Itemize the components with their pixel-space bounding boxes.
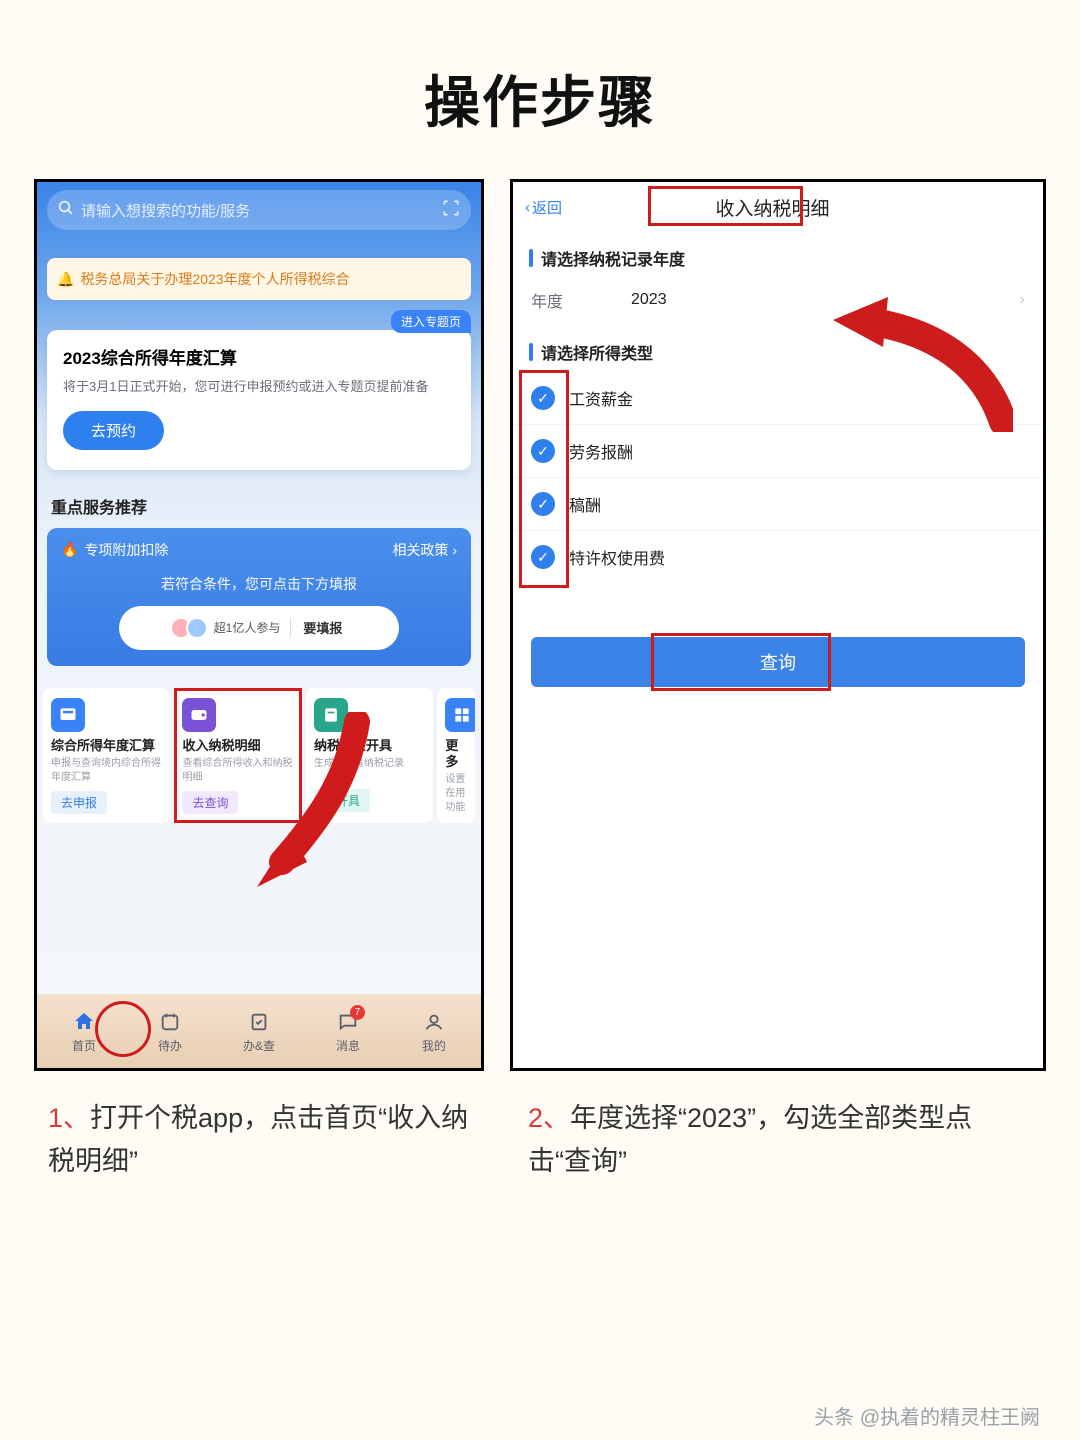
avatar bbox=[186, 617, 208, 639]
tile-title: 综合所得年度汇算 bbox=[51, 738, 162, 754]
badge: 7 bbox=[350, 1005, 365, 1020]
service-tiles: 综合所得年度汇算 申报与查询境内综合所得年度汇算 去申报 收入纳税明细 查看综合… bbox=[43, 688, 475, 824]
nav-services[interactable]: 办&查 bbox=[243, 1009, 275, 1054]
doc-icon bbox=[314, 698, 348, 732]
checkbox-service[interactable]: ✓ 劳务报酬 bbox=[513, 425, 1043, 478]
tile-desc: 查看综合所得收入和纳税明细 bbox=[182, 757, 293, 785]
checkbox-royalty[interactable]: ✓ 特许权使用费 bbox=[513, 531, 1043, 583]
page-title: 操作步骤 bbox=[0, 0, 1080, 139]
type-label: 工资薪金 bbox=[569, 386, 633, 410]
section-header-year: 请选择纳税记录年度 bbox=[513, 232, 1043, 274]
tile-annual-settlement[interactable]: 综合所得年度汇算 申报与查询境内综合所得年度汇算 去申报 bbox=[43, 688, 170, 824]
section-header-type: 请选择所得类型 bbox=[513, 326, 1043, 368]
annual-settlement-card: 进入专题页 2023综合所得年度汇算 将于3月1日正式开始，您可进行申报预约或进… bbox=[47, 330, 471, 470]
announcement-bar[interactable]: 🔔 税务总局关于办理2023年度个人所得税综合 bbox=[47, 258, 471, 300]
tile-title: 收入纳税明细 bbox=[182, 738, 293, 754]
policy-label: 相关政策 bbox=[392, 542, 448, 558]
header: ‹ 返回 收入纳税明细 bbox=[513, 182, 1043, 232]
calendar-icon bbox=[157, 1009, 183, 1035]
participant-count: 超1亿人参与 bbox=[214, 619, 281, 636]
captions: 1、打开个税app，点击首页“收入纳税明细” 2、年度选择“2023”，勾选全部… bbox=[0, 1071, 1080, 1183]
tile-desc: 申报与查询境内综合所得年度汇算 bbox=[51, 757, 162, 785]
want-fill-label: 要填报 bbox=[290, 618, 342, 637]
checkmark-icon: ✓ bbox=[531, 545, 555, 569]
nav-todo[interactable]: 待办 bbox=[157, 1009, 183, 1054]
caption-2: 2、年度选择“2023”，勾选全部类型点击“查询” bbox=[528, 1097, 1028, 1183]
nav-label: 办&查 bbox=[243, 1037, 275, 1054]
card-title: 2023综合所得年度汇算 bbox=[63, 344, 455, 369]
watermark: 头条 @执着的精灵柱王阙 bbox=[814, 1401, 1040, 1430]
doc-check-icon bbox=[246, 1009, 272, 1035]
go-topic-tag[interactable]: 进入专题页 bbox=[391, 310, 471, 333]
user-icon bbox=[421, 1009, 447, 1035]
nav-label: 首页 bbox=[72, 1037, 96, 1054]
reserve-button[interactable]: 去预约 bbox=[63, 411, 164, 450]
highlight-circle bbox=[95, 1001, 151, 1057]
tile-desc: 设置在用功能 bbox=[445, 773, 467, 815]
checkbox-manuscript[interactable]: ✓ 稿酬 bbox=[513, 478, 1043, 531]
income-type-list: ✓ 工资薪金 ✓ 劳务报酬 ✓ 稿酬 ✓ 特许权使用费 bbox=[513, 368, 1043, 591]
avatar-group bbox=[176, 617, 208, 639]
checkmark-icon: ✓ bbox=[531, 439, 555, 463]
policy-link[interactable]: 相关政策 › bbox=[392, 540, 457, 560]
checkmark-icon: ✓ bbox=[531, 492, 555, 516]
nav-messages[interactable]: 7 消息 bbox=[335, 1009, 361, 1054]
year-selector[interactable]: 年度 2023 › bbox=[513, 274, 1043, 326]
tile-desc: 生成或查看纳税记录 bbox=[314, 757, 425, 783]
tile-more[interactable]: 更多 设置在用功能 bbox=[437, 688, 475, 824]
screen-title: 收入纳税明细 bbox=[514, 194, 1031, 221]
year-value: 2023 bbox=[631, 291, 667, 309]
nav-home[interactable]: 首页 bbox=[71, 1009, 97, 1054]
type-label: 劳务报酬 bbox=[569, 439, 633, 463]
type-label: 稿酬 bbox=[569, 492, 601, 516]
wallet-icon bbox=[182, 698, 216, 732]
checkbox-salary[interactable]: ✓ 工资薪金 bbox=[513, 372, 1043, 425]
grid-icon bbox=[445, 698, 475, 732]
announcement-text: 税务总局关于办理2023年度个人所得税综合 bbox=[80, 269, 349, 289]
nav-label: 消息 bbox=[336, 1037, 360, 1054]
tile-button[interactable]: 去开具 bbox=[314, 789, 370, 812]
flame-icon: 🔥 bbox=[61, 541, 78, 558]
type-label: 特许权使用费 bbox=[569, 545, 665, 569]
panels-row: 请输入想搜索的功能/服务 🔔 税务总局关于办理2023年度个人所得税综合 进入专… bbox=[0, 139, 1080, 1071]
query-label: 查询 bbox=[760, 649, 796, 675]
scan-icon[interactable] bbox=[441, 198, 461, 222]
tile-button[interactable]: 去查询 bbox=[182, 791, 238, 814]
tile-title: 纳税记录开具 bbox=[314, 738, 425, 754]
tile-title: 更多 bbox=[445, 738, 467, 771]
checkmark-icon: ✓ bbox=[531, 386, 555, 410]
tile-button[interactable]: 去申报 bbox=[51, 791, 107, 814]
right-screenshot: ‹ 返回 收入纳税明细 请选择纳税记录年度 年度 2023 › 请选择所得类型 … bbox=[510, 179, 1046, 1071]
bottom-nav: 首页 待办 办&查 7 消息 bbox=[37, 994, 481, 1068]
nav-label: 待办 bbox=[158, 1037, 182, 1054]
nav-label: 我的 bbox=[422, 1037, 446, 1054]
search-placeholder: 请输入想搜索的功能/服务 bbox=[81, 200, 250, 221]
query-button[interactable]: 查询 bbox=[531, 637, 1025, 687]
section-title-recommend: 重点服务推荐 bbox=[51, 494, 467, 518]
chevron-right-icon: › bbox=[452, 542, 457, 558]
search-bar[interactable]: 请输入想搜索的功能/服务 bbox=[47, 190, 471, 230]
nav-mine[interactable]: 我的 bbox=[421, 1009, 447, 1054]
home-icon bbox=[71, 1009, 97, 1035]
bell-icon: 🔔 bbox=[57, 271, 74, 288]
tile-income-tax-detail[interactable]: 收入纳税明细 查看综合所得收入和纳税明细 去查询 bbox=[174, 688, 301, 824]
card-desc: 将于3月1日正式开始，您可进行申报预约或进入专题页提前准备 bbox=[63, 377, 455, 397]
deduction-hint: 若符合条件，您可点击下方填报 bbox=[61, 574, 457, 594]
special-deduction-card: 🔥 专项附加扣除 相关政策 › 若符合条件，您可点击下方填报 超1亿人参与 要填… bbox=[47, 528, 471, 666]
search-icon bbox=[57, 199, 75, 221]
tile-tax-record[interactable]: 纳税记录开具 生成或查看纳税记录 去开具 bbox=[306, 688, 433, 824]
caption-1: 1、打开个税app，点击首页“收入纳税明细” bbox=[48, 1097, 488, 1183]
chevron-right-icon: › bbox=[1020, 291, 1025, 309]
special-deduction-label: 专项附加扣除 bbox=[84, 540, 168, 560]
calc-icon bbox=[51, 698, 85, 732]
highlight-box bbox=[651, 633, 831, 691]
participant-pill[interactable]: 超1亿人参与 要填报 bbox=[119, 606, 399, 650]
left-screenshot: 请输入想搜索的功能/服务 🔔 税务总局关于办理2023年度个人所得税综合 进入专… bbox=[34, 179, 484, 1071]
year-label: 年度 bbox=[531, 288, 601, 312]
